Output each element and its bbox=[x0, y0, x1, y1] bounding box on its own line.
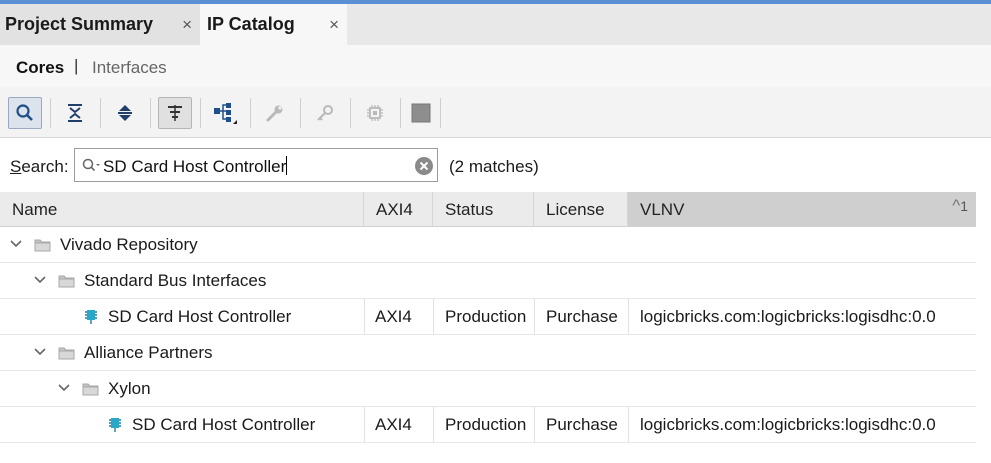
cell-divider bbox=[364, 407, 365, 442]
row-license: Purchase bbox=[546, 415, 618, 434]
close-icon[interactable]: × bbox=[182, 15, 192, 35]
cell-divider bbox=[534, 299, 535, 334]
license-key-button[interactable] bbox=[308, 97, 342, 129]
row-name: SD Card Host Controller bbox=[132, 415, 316, 434]
table-row[interactable]: Vivado Repository bbox=[0, 227, 976, 263]
toolbar-divider bbox=[250, 98, 251, 128]
folder-icon bbox=[34, 239, 51, 252]
filter-icon bbox=[168, 105, 182, 121]
row-name: Xylon bbox=[108, 379, 151, 398]
table-row[interactable]: Alliance Partners bbox=[0, 335, 976, 371]
search-value: SD Card Host Controller bbox=[103, 156, 288, 176]
row-status: Production bbox=[445, 307, 527, 326]
folder-icon bbox=[58, 347, 75, 360]
close-icon[interactable]: × bbox=[329, 15, 339, 35]
sort-indicator: ^1 bbox=[952, 188, 968, 224]
table-row[interactable]: SD Card Host Controller AXI4 Production … bbox=[0, 299, 976, 335]
chevron-down-icon[interactable] bbox=[10, 239, 22, 249]
row-vlnv: logicbricks.com:logicbricks:logisdhc:0.0 bbox=[640, 307, 936, 326]
clear-icon[interactable] bbox=[414, 156, 434, 176]
search-icon bbox=[82, 158, 100, 172]
table-header: Name AXI4 Status License VLNV ^1 bbox=[0, 192, 976, 227]
expand-all-button[interactable] bbox=[108, 97, 142, 129]
row-vlnv: logicbricks.com:logicbricks:logisdhc:0.0 bbox=[640, 415, 936, 434]
cell-divider bbox=[534, 407, 535, 442]
folder-icon bbox=[58, 275, 75, 288]
chevron-down-icon[interactable] bbox=[34, 347, 46, 357]
hierarchy-button[interactable] bbox=[208, 97, 242, 129]
row-name: SD Card Host Controller bbox=[108, 307, 292, 326]
catalog-subtabs: Cores | Interfaces bbox=[0, 45, 991, 87]
search-icon bbox=[16, 104, 33, 121]
tab-ip-catalog[interactable]: IP Catalog × bbox=[200, 4, 347, 45]
chip-icon bbox=[367, 105, 383, 121]
toolbar-divider bbox=[100, 98, 101, 128]
column-header-vlnv[interactable]: VLNV ^1 bbox=[628, 192, 976, 226]
column-header-axi4[interactable]: AXI4 bbox=[364, 192, 433, 226]
sort-ascending-icon: ^ bbox=[952, 196, 961, 215]
sort-order: 1 bbox=[960, 198, 968, 214]
row-name: Vivado Repository bbox=[60, 235, 198, 254]
table-row[interactable]: SD Card Host Controller AXI4 Production … bbox=[0, 407, 976, 443]
stop-icon bbox=[411, 103, 431, 123]
collapse-all-button[interactable] bbox=[58, 97, 92, 129]
cell-divider bbox=[433, 407, 434, 442]
ip-core-icon bbox=[85, 310, 97, 324]
table-row[interactable]: Standard Bus Interfaces bbox=[0, 263, 976, 299]
wrench-icon bbox=[266, 105, 283, 122]
row-status: Production bbox=[445, 415, 527, 434]
toolbar bbox=[0, 87, 991, 138]
expand-all-icon bbox=[118, 105, 132, 121]
editor-tab-bar: Project Summary × IP Catalog × bbox=[0, 4, 991, 45]
row-name: Standard Bus Interfaces bbox=[84, 271, 267, 290]
chevron-down-icon[interactable] bbox=[58, 383, 70, 393]
customize-ip-button[interactable] bbox=[258, 97, 292, 129]
ip-core-icon bbox=[109, 418, 121, 432]
ip-catalog-table: Name AXI4 Status License VLNV ^1 Vivado … bbox=[0, 192, 976, 443]
row-license: Purchase bbox=[546, 307, 618, 326]
subtab-interfaces[interactable]: Interfaces bbox=[92, 58, 167, 78]
filter-button[interactable] bbox=[158, 97, 192, 129]
table-row[interactable]: Xylon bbox=[0, 371, 976, 407]
toolbar-divider bbox=[150, 98, 151, 128]
subtab-cores[interactable]: Cores bbox=[16, 58, 64, 78]
row-axi4: AXI4 bbox=[375, 307, 412, 326]
text-caret bbox=[286, 156, 288, 175]
tab-label: Project Summary bbox=[5, 14, 154, 34]
search-input[interactable]: SD Card Host Controller bbox=[74, 148, 438, 182]
toolbar-divider bbox=[300, 98, 301, 128]
ip-details-button[interactable] bbox=[358, 97, 392, 129]
chevron-down-icon[interactable] bbox=[34, 275, 46, 285]
match-count: (2 matches) bbox=[449, 157, 539, 176]
search-row: Search: SD Card Host Controller (2 match… bbox=[0, 138, 991, 192]
search-toggle-button[interactable] bbox=[8, 97, 42, 129]
column-header-label: VLNV bbox=[640, 200, 685, 219]
cell-divider bbox=[433, 299, 434, 334]
stop-button[interactable] bbox=[404, 97, 438, 129]
key-icon bbox=[317, 105, 333, 121]
cell-divider bbox=[364, 299, 365, 334]
cell-divider bbox=[628, 407, 629, 442]
tab-project-summary[interactable]: Project Summary × bbox=[0, 4, 200, 45]
hierarchy-icon bbox=[214, 103, 237, 124]
tab-label: IP Catalog bbox=[207, 14, 295, 34]
toolbar-divider bbox=[350, 98, 351, 128]
search-label: Search: bbox=[10, 157, 69, 176]
column-header-license[interactable]: License bbox=[534, 192, 628, 226]
toolbar-divider bbox=[440, 98, 441, 128]
folder-icon bbox=[82, 383, 99, 396]
subtab-separator: | bbox=[74, 56, 79, 75]
column-header-name[interactable]: Name bbox=[0, 192, 364, 226]
cell-divider bbox=[628, 299, 629, 334]
column-header-status[interactable]: Status bbox=[433, 192, 534, 226]
toolbar-divider bbox=[50, 98, 51, 128]
collapse-all-icon bbox=[68, 104, 82, 122]
row-axi4: AXI4 bbox=[375, 415, 412, 434]
row-name: Alliance Partners bbox=[84, 343, 213, 362]
toolbar-divider bbox=[400, 98, 401, 128]
toolbar-divider bbox=[200, 98, 201, 128]
